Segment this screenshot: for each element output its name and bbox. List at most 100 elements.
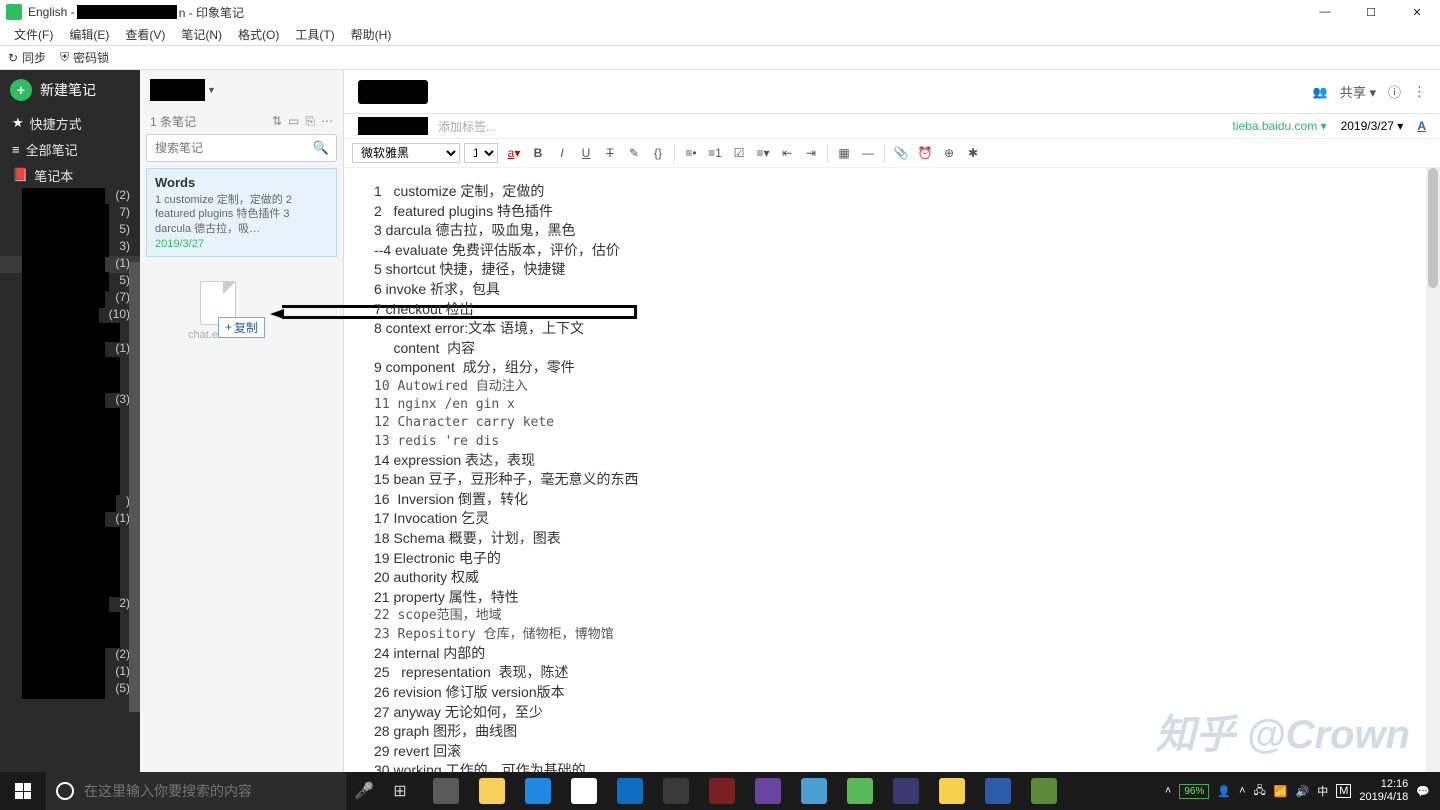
add-tag[interactable]: 添加标签... [438,118,496,135]
number-list-button[interactable]: ≡1 [704,142,726,164]
notebook-item[interactable] [0,630,140,647]
notebook-item[interactable]: 7) [0,205,140,222]
more-menu-icon[interactable]: ⋮ [1413,84,1426,100]
indent-button[interactable]: ⇥ [800,142,822,164]
notebook-item[interactable]: (5) [0,681,140,698]
taskbar-app[interactable] [838,772,882,810]
font-select[interactable]: 微软雅黑 [352,143,460,163]
start-button[interactable] [0,772,46,810]
notebook-item[interactable] [0,613,140,630]
taskbar-search-input[interactable] [84,783,336,799]
menu-item[interactable]: 帮助(H) [343,24,400,45]
code-button[interactable]: {} [647,142,669,164]
taskbar-app[interactable] [700,772,744,810]
taskview-icon[interactable]: ⊞ [382,781,418,801]
align-button[interactable]: ≡▾ [752,142,774,164]
notebook-item[interactable]: 5) [0,222,140,239]
notebook-item[interactable]: (3) [0,392,140,409]
underline-button[interactable]: U [575,142,597,164]
share-button[interactable]: 共享 ▾ [1340,82,1376,101]
source-url[interactable]: tieba.baidu.com ▾ [1232,119,1326,133]
notebook-item[interactable] [0,426,140,443]
notebook-item[interactable] [0,528,140,545]
menu-item[interactable]: 格式(O) [230,24,287,45]
battery-indicator[interactable]: 96% [1179,784,1209,799]
editor-scrollbar[interactable] [1426,168,1440,810]
editor-content[interactable]: 1 customize 定制，定做的2 featured plugins 特色插… [344,168,1440,810]
people-icon[interactable]: 👤 [1217,785,1231,798]
network-icon[interactable]: 🖧 [1254,782,1266,801]
notebook-item[interactable]: (1) [0,341,140,358]
menu-item[interactable]: 查看(V) [117,24,173,45]
note-card[interactable]: Words 1 customize 定制，定做的 2 featured plug… [146,168,337,257]
taskbar-app[interactable] [516,772,560,810]
taskbar-app[interactable] [562,772,606,810]
size-select[interactable]: 10 [464,143,498,163]
taskbar-search[interactable] [46,772,346,810]
tray-chevron-icon[interactable]: ˄ [1165,785,1171,797]
remove-format-button[interactable]: ✱ [962,142,984,164]
taskbar-app[interactable] [654,772,698,810]
attach-button[interactable]: 📎 [890,142,912,164]
notebook-item[interactable]: 3) [0,239,140,256]
volume-icon[interactable]: 🔊 [1295,785,1309,798]
wifi-icon[interactable]: 📶 [1274,785,1288,798]
filter-icon[interactable]: ⎘ [305,114,315,129]
notebook-item[interactable]: (1) [0,256,140,273]
ime-mode-icon[interactable]: M [1336,784,1351,798]
hr-button[interactable]: — [857,142,879,164]
taskbar-app[interactable] [470,772,514,810]
taskbar-app[interactable] [746,772,790,810]
dropdown-icon[interactable]: ▼ [207,85,216,95]
notebook-item[interactable] [0,545,140,562]
reminder-button[interactable]: ⏰ [914,142,936,164]
bold-button[interactable]: B [527,142,549,164]
tray-up-icon[interactable]: ˄ [1239,785,1245,797]
italic-button[interactable]: I [551,142,573,164]
sidebar-nav-item[interactable]: ≡全部笔记 [0,136,140,162]
taskbar-app[interactable] [1022,772,1066,810]
taskbar-app[interactable] [792,772,836,810]
menu-item[interactable]: 笔记(N) [173,24,230,45]
more-icon[interactable]: ⋯ [321,114,333,129]
note-date-label[interactable]: 2019/3/27 ▾ [1341,119,1404,133]
notebook-item[interactable] [0,579,140,596]
taskbar-app[interactable] [930,772,974,810]
strike-button[interactable]: T [599,142,621,164]
copy-button[interactable]: + 复制 [218,317,265,338]
view-icon[interactable]: ▭ [288,114,299,129]
notebook-item[interactable] [0,324,140,341]
mic-icon[interactable]: 🎤 [346,781,382,801]
notebook-item[interactable] [0,562,140,579]
notebook-item[interactable] [0,358,140,375]
notebook-item[interactable]: 2) [0,596,140,613]
checkbox-button[interactable]: ☑ [728,142,750,164]
taskbar-app[interactable] [608,772,652,810]
minimize-button[interactable]: — [1302,0,1348,24]
ime-indicator[interactable]: 中 [1317,783,1328,799]
sort-icon[interactable]: ⇅ [272,114,282,129]
sidebar-nav-item[interactable]: 📕笔记本 [0,162,140,188]
notebook-item[interactable]: (10) [0,307,140,324]
text-color-button[interactable]: a▾ [503,142,525,164]
notifications-icon[interactable]: 💬 [1416,785,1430,798]
scrollbar-thumb[interactable] [1428,168,1438,288]
search-icon[interactable]: 🔍 [313,140,329,156]
new-note-button[interactable]: + 新建笔记 [0,70,140,110]
taskbar-app[interactable] [884,772,928,810]
menu-item[interactable]: 编辑(E) [61,24,117,45]
lock-button[interactable]: ⛨ 密码锁 [60,49,109,66]
notebook-item[interactable]: 5) [0,273,140,290]
notebook-item[interactable]: (2) [0,647,140,664]
search-input[interactable] [146,134,337,162]
info-icon[interactable]: ⓘ [1388,82,1401,101]
drop-zone[interactable]: chat.enex + 复制 [140,261,343,810]
menu-item[interactable]: 文件(F) [6,24,61,45]
notebook-item[interactable]: (7) [0,290,140,307]
notebook-item[interactable] [0,460,140,477]
maximize-button[interactable]: ☐ [1348,0,1394,24]
notebook-item[interactable]: (2) [0,188,140,205]
menu-item[interactable]: 工具(T) [287,24,342,45]
notebook-item[interactable]: (1) [0,664,140,681]
outdent-button[interactable]: ⇤ [776,142,798,164]
